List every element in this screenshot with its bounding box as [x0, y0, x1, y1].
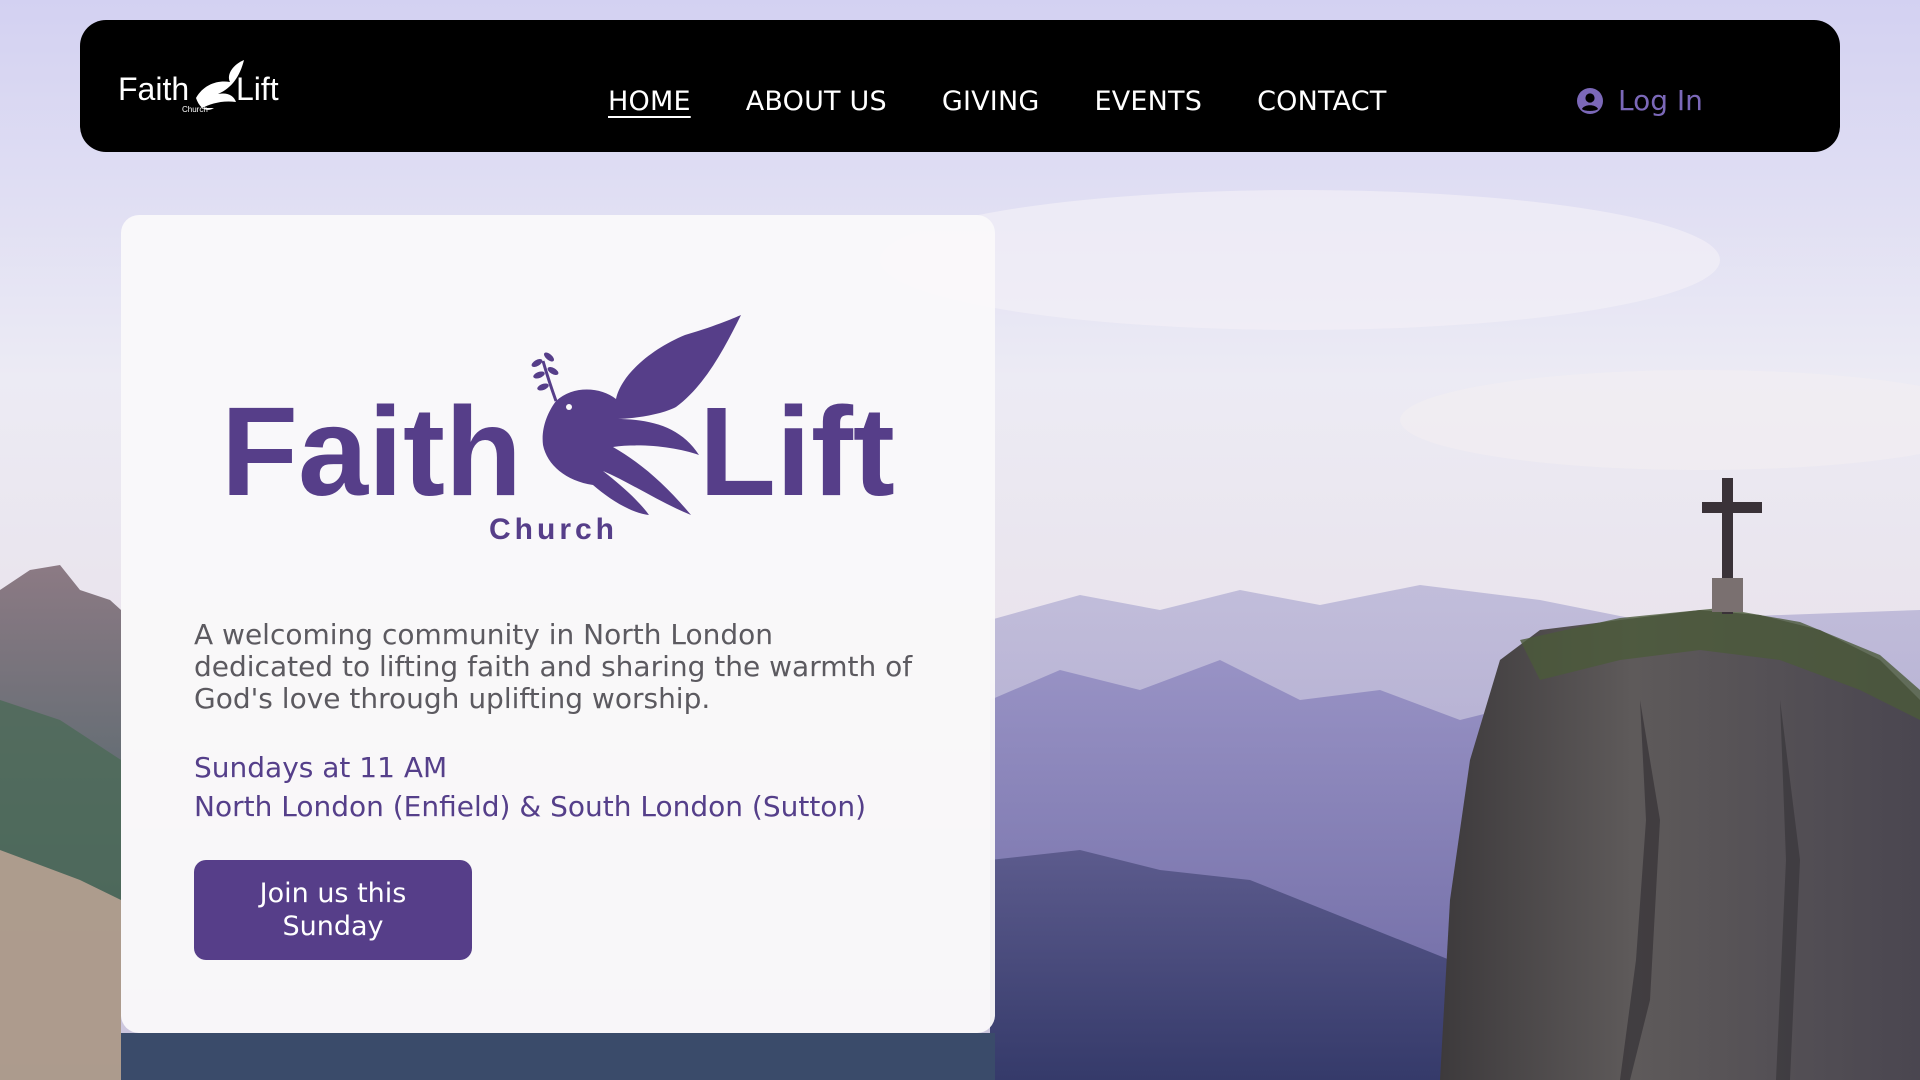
faith-lift-logo-icon: Faith Lift Church [118, 60, 279, 114]
svg-text:Church: Church [182, 105, 208, 114]
login-label: Log In [1618, 84, 1703, 117]
svg-text:Lift: Lift [236, 71, 279, 107]
hero-card: Faith Lift Church A welcoming community … [121, 215, 995, 1033]
faith-lift-church-logo-icon: Faith Lift Church [221, 315, 895, 546]
service-locations: North London (Enfield) & South London (S… [194, 790, 867, 823]
login-button[interactable]: Log In [1576, 84, 1703, 117]
logo-word-lift: Lift [699, 381, 895, 522]
nav-giving-link[interactable]: GIVING [942, 86, 1040, 117]
service-time: Sundays at 11 AM [194, 751, 448, 784]
logo-word-faith: Faith [221, 381, 522, 522]
nav-home-link[interactable]: HOME [608, 86, 691, 117]
join-us-button[interactable]: Join us this Sunday [194, 860, 472, 960]
church-description: A welcoming community in North London de… [194, 618, 913, 715]
logo-tagline-church: Church [489, 513, 618, 545]
top-navigation-bar: Faith Lift Church HOME ABOUT US GIVING E… [80, 20, 1840, 152]
header-logo[interactable]: Faith Lift Church [118, 58, 288, 128]
nav-events-link[interactable]: EVENTS [1094, 86, 1202, 117]
primary-nav: HOME ABOUT US GIVING EVENTS CONTACT [608, 86, 1387, 117]
nav-contact-link[interactable]: CONTACT [1257, 86, 1386, 117]
user-circle-icon [1577, 87, 1603, 114]
svg-text:Faith: Faith [118, 71, 189, 107]
nav-about-us-link[interactable]: ABOUT US [746, 86, 887, 117]
hero-logo: Faith Lift Church [221, 315, 901, 546]
